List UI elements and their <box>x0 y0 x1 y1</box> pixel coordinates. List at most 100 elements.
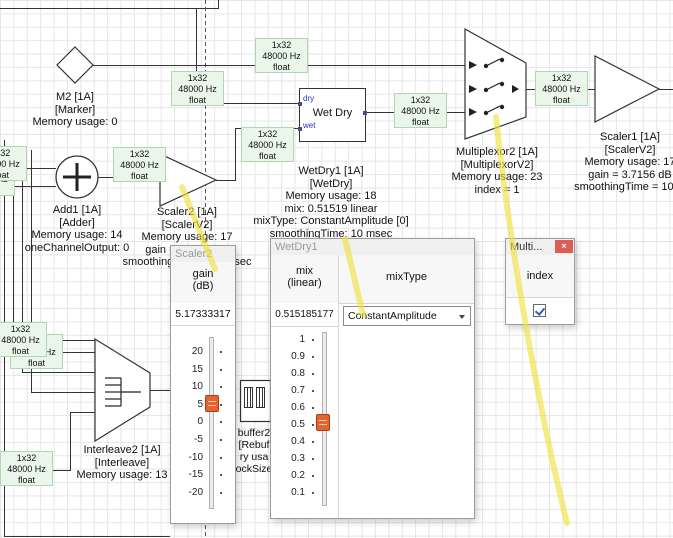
caption-line: mix: 0.51519 linear <box>253 203 408 216</box>
param-header-mix: mix (linear) <box>271 265 338 289</box>
param-header-index: index <box>506 255 574 298</box>
format-channels: 1x32 <box>242 129 293 140</box>
format-channels: 1x32 <box>0 324 46 335</box>
format-type: float <box>256 62 307 73</box>
format-channels: 1x32 <box>172 73 223 84</box>
format-type: float <box>1 475 52 486</box>
param-name: gain <box>171 268 235 280</box>
format-rate: 48000 Hz <box>0 335 46 346</box>
chevron-down-icon <box>459 315 465 319</box>
caption-line: [ScalerV2] <box>123 219 252 232</box>
caption-scaler1: Scaler1 [1A] [ScalerV2] Memory usage: 17… <box>574 131 673 194</box>
wire-format-label: 1x32 48000 Hz float <box>394 93 447 128</box>
input-port[interactable] <box>298 127 302 131</box>
gain-slider[interactable]: 20 15 10 5 0 -5 -10 -15 -20 <box>171 325 235 523</box>
port-wet-label: wet <box>303 121 315 130</box>
format-type: float <box>0 346 46 357</box>
param-header-mixtype: mixType <box>339 271 474 283</box>
caption-line: [ScalerV2] <box>574 144 673 157</box>
format-channels: 1x32 <box>1 453 52 464</box>
format-rate: 48000 Hz <box>172 84 223 95</box>
caption-line: ry usa <box>236 451 273 463</box>
caption-line: ockSize <box>236 463 273 475</box>
panel-title-bar[interactable]: Scaler2 <box>171 246 235 263</box>
caption-line: Memory usage: 18 <box>253 190 408 203</box>
caption-line: [WetDry] <box>253 178 408 191</box>
wire-format-label: 1x32 48000 Hz float <box>171 71 224 106</box>
caption-line: Scaler1 [1A] <box>574 131 673 144</box>
wetdry-block-title: Wet Dry <box>300 107 365 119</box>
param-unit: (linear) <box>271 277 338 289</box>
caption-line: Memory usage: 13 <box>76 469 167 482</box>
format-type: float <box>242 151 293 162</box>
block-add1-adder[interactable] <box>56 156 98 198</box>
caption-line: Interleave2 [1A] <box>76 444 167 457</box>
panel-scaler2[interactable]: Scaler2 gain (dB) 5.17333317 20 15 10 5 … <box>170 245 236 524</box>
block-wetdry1[interactable]: dry wet Wet Dry <box>299 88 366 142</box>
format-type: float <box>114 171 165 182</box>
caption-line: smoothingTime = 10 m <box>574 181 673 194</box>
caption-line: mixType: ConstantAmplitude [0] <box>253 215 408 228</box>
slider-track[interactable] <box>209 337 214 509</box>
wire-format-label: 1x32 48000 Hz float <box>0 146 27 181</box>
block-rebuffer2[interactable] <box>241 381 271 422</box>
wire-format-label: 1x32 48000 Hz float <box>255 38 308 73</box>
format-rate: 48000 Hz <box>114 160 165 171</box>
caption-line: Memory usage: 23 <box>451 171 542 184</box>
format-type: float <box>172 95 223 106</box>
wire-format-label: 1x32 48000 Hz float <box>535 71 588 106</box>
caption-m2: M2 [1A] [Marker] Memory usage: 0 <box>33 91 118 129</box>
input-port[interactable] <box>298 102 302 106</box>
caption-line: [Interleave] <box>76 457 167 470</box>
gain-value-field[interactable]: 5.17333317 <box>171 303 235 326</box>
format-rate: 48000 Hz <box>256 51 307 62</box>
format-type: float <box>536 95 587 106</box>
caption-line: index = 1 <box>451 184 542 197</box>
caption-line: buffer2 <box>236 427 273 439</box>
format-type: float <box>0 170 26 181</box>
caption-line: M2 [1A] <box>33 91 118 104</box>
panel-multiplexor2[interactable]: Multi... × index <box>505 238 575 325</box>
mix-value-field[interactable]: 0.515185177 <box>271 303 338 327</box>
format-type: float <box>395 117 446 128</box>
caption-line: Multiplexor2 [1A] <box>451 146 542 159</box>
format-type: float <box>11 358 62 369</box>
format-rate: 48000 Hz <box>242 140 293 151</box>
close-icon[interactable]: × <box>555 240 573 253</box>
block-m2-marker[interactable] <box>57 47 93 83</box>
mixtype-dropdown[interactable]: ConstantAmplitude <box>343 306 471 326</box>
port-dry-label: dry <box>303 94 314 103</box>
caption-line: Memory usage: 17 <box>123 231 252 244</box>
panel-wetdry1[interactable]: WetDry1 mix (linear) mixType 0.515185177… <box>270 238 475 519</box>
format-channels: 1x32 <box>0 148 26 159</box>
block-multiplexor2[interactable] <box>465 29 526 139</box>
format-channels: 1x32 <box>536 73 587 84</box>
format-rate: 48000 Hz <box>0 159 26 170</box>
param-unit: (dB) <box>171 280 235 292</box>
panel-title-bar[interactable]: WetDry1 <box>271 239 474 256</box>
caption-add1: Add1 [1A] [Adder] Memory usage: 14 oneCh… <box>25 204 130 254</box>
output-port[interactable] <box>363 111 367 115</box>
caption-line: Add1 [1A] <box>25 204 130 217</box>
block-scaler2-triangle[interactable] <box>160 154 216 206</box>
slider-handle[interactable] <box>316 414 330 431</box>
wire-format-label: 1x32 48000 Hz float <box>0 322 47 357</box>
caption-line: [Rebuf <box>236 439 273 451</box>
block-scaler1-triangle[interactable] <box>595 56 659 122</box>
caption-line: [MultiplexorV2] <box>451 159 542 172</box>
index-checkbox[interactable] <box>533 304 546 317</box>
mix-slider[interactable]: 1 0.9 0.8 0.7 0.6 0.5 0.4 0.3 0.2 0.1 <box>271 326 338 518</box>
block-interleave2[interactable] <box>95 339 150 441</box>
format-rate: 48000 Hz <box>1 464 52 475</box>
param-name: mix <box>271 265 338 277</box>
caption-rebuffer2: buffer2 [Rebuf ry usa ockSize <box>236 427 273 475</box>
caption-line: Memory usage: 0 <box>33 116 118 129</box>
format-rate: 48000 Hz <box>536 84 587 95</box>
schematic-canvas[interactable]: M2 [1A] [Marker] Memory usage: 0 Add1 [1… <box>0 0 673 538</box>
param-header-row: mix (linear) mixType <box>271 255 474 304</box>
slider-handle[interactable] <box>205 395 219 412</box>
format-rate: 48000 Hz <box>395 106 446 117</box>
format-type: float <box>0 185 14 196</box>
wire-format-label: 1x32 48000 Hz float <box>113 147 166 182</box>
caption-wetdry1: WetDry1 [1A] [WetDry] Memory usage: 18 m… <box>253 165 408 240</box>
